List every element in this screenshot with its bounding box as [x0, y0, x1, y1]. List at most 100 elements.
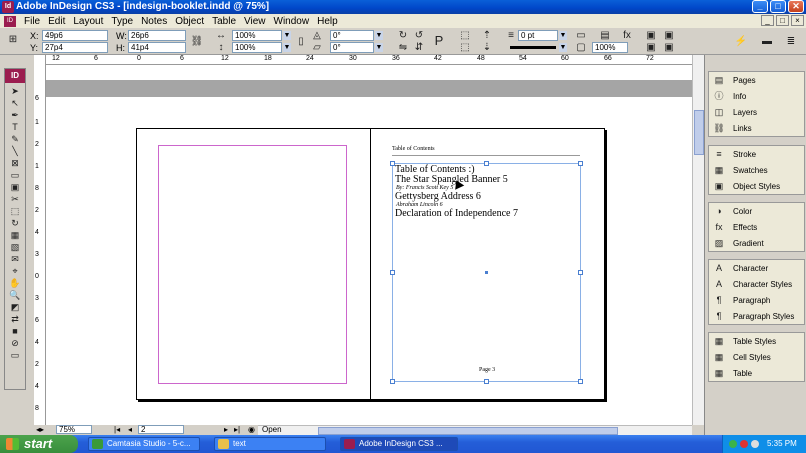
minimize-button[interactable]: _: [752, 0, 768, 13]
preflight-icon[interactable]: ◉: [248, 425, 255, 435]
rectangle-frame-tool-icon[interactable]: ⊠: [5, 157, 25, 169]
pasteboard[interactable]: Table of Contents Table of Contents :) T…: [46, 65, 692, 425]
menu-table[interactable]: Table: [208, 16, 240, 27]
maximize-button[interactable]: □: [770, 0, 786, 13]
last-page-icon[interactable]: ▸|: [234, 425, 240, 435]
vertical-scrollbar[interactable]: [692, 55, 704, 425]
rectangle-tool-icon[interactable]: ▭: [5, 169, 25, 181]
apply-none-icon[interactable]: ⊘: [5, 337, 25, 349]
scale-y-field[interactable]: 100%: [232, 42, 282, 53]
taskbar-item-folder[interactable]: text: [214, 437, 326, 451]
stroke-type-swatch[interactable]: [510, 46, 556, 49]
page-number-field[interactable]: 2: [138, 425, 184, 434]
panel-character-styles[interactable]: A Character Styles: [709, 276, 804, 292]
menu-view[interactable]: View: [240, 16, 270, 27]
center-content-icon[interactable]: ▣: [644, 42, 658, 54]
horizontal-scrollbar[interactable]: Open: [258, 425, 692, 435]
scale-y-dropdown-icon[interactable]: ▼: [283, 43, 291, 52]
taskbar-item-camtasia[interactable]: Camtasia Studio - 5-c...: [88, 437, 200, 451]
apply-color-icon[interactable]: ■: [5, 325, 25, 337]
gradient-feather-tool-icon[interactable]: ▧: [5, 241, 25, 253]
document-spread[interactable]: Table of Contents Table of Contents :) T…: [136, 128, 605, 400]
select-next-icon[interactable]: ⇣: [480, 42, 494, 54]
panel-pages[interactable]: ▤ Pages: [709, 72, 804, 88]
panel-swatches[interactable]: ▦ Swatches: [709, 162, 804, 178]
taskbar-item-indesign[interactable]: Adobe InDesign CS3 ...: [340, 437, 458, 451]
frame-fitting-icon[interactable]: ▣: [644, 30, 658, 42]
shear-dropdown-icon[interactable]: ▼: [375, 43, 383, 52]
menu-notes[interactable]: Notes: [137, 16, 171, 27]
constrain-scale-icon[interactable]: ▯: [294, 36, 308, 48]
note-tool-icon[interactable]: ✉: [5, 253, 25, 265]
panel-cell-styles[interactable]: ▦ Cell Styles: [709, 349, 804, 365]
type-tool-icon[interactable]: T: [5, 121, 25, 133]
stroke-weight-dropdown-icon[interactable]: ▼: [559, 31, 567, 40]
zoom-tool-icon[interactable]: 🔍: [5, 289, 25, 301]
x-field[interactable]: 49p6: [42, 30, 108, 41]
table-of-contents[interactable]: Table of Contents :) The Star Spangled B…: [395, 165, 518, 219]
panel-gradient[interactable]: ▨ Gradient: [709, 235, 804, 251]
frame-handle[interactable]: [578, 161, 583, 166]
select-content-icon[interactable]: ⬚: [458, 42, 472, 54]
menu-window[interactable]: Window: [270, 16, 314, 27]
security-icon[interactable]: [740, 440, 748, 448]
pen-tool-icon[interactable]: ✒: [5, 109, 25, 121]
frame-handle[interactable]: [390, 379, 395, 384]
menu-object[interactable]: Object: [171, 16, 208, 27]
selection-tool-icon[interactable]: ➤: [5, 85, 25, 97]
h-field[interactable]: 41p4: [128, 42, 186, 53]
page-header[interactable]: Table of Contents: [392, 146, 580, 156]
pencil-tool-icon[interactable]: ✎: [5, 133, 25, 145]
select-container-icon[interactable]: ⬚: [458, 30, 472, 42]
fit-proportionally-icon[interactable]: ▣: [662, 42, 676, 54]
reference-point-icon[interactable]: ⊞: [6, 34, 20, 46]
eyedropper-tool-icon[interactable]: ⌖: [5, 265, 25, 277]
zoom-arrows-icon[interactable]: ◂▸: [36, 425, 44, 435]
stroke-type-dropdown-icon[interactable]: ▼: [559, 43, 567, 52]
menu-edit[interactable]: Edit: [44, 16, 69, 27]
menu-type[interactable]: Type: [107, 16, 137, 27]
doc-close-button[interactable]: ×: [791, 15, 804, 26]
select-previous-icon[interactable]: ⇡: [480, 30, 494, 42]
vertical-scroll-thumb[interactable]: [694, 110, 704, 155]
start-button[interactable]: start: [0, 435, 78, 453]
rotate-tool-icon[interactable]: ↻: [5, 217, 25, 229]
menu-help[interactable]: Help: [313, 16, 342, 27]
flip-vertical-icon[interactable]: ⇵: [412, 42, 426, 54]
opacity-field[interactable]: 100%: [592, 42, 628, 53]
frame-handle[interactable]: [578, 379, 583, 384]
menu-file[interactable]: File: [20, 16, 44, 27]
doc-minimize-button[interactable]: _: [761, 15, 774, 26]
panel-paragraph[interactable]: ¶ Paragraph: [709, 292, 804, 308]
doc-restore-button[interactable]: □: [776, 15, 789, 26]
effects-fx-icon[interactable]: fx: [620, 30, 634, 42]
rotate-cw-icon[interactable]: ↻: [396, 30, 410, 42]
line-tool-icon[interactable]: ╲: [5, 145, 25, 157]
constrain-proportions-icon[interactable]: ⛓: [190, 36, 204, 48]
y-field[interactable]: 27p4: [42, 42, 108, 53]
menu-layout[interactable]: Layout: [69, 16, 107, 27]
volume-icon[interactable]: [751, 440, 759, 448]
hand-tool-icon[interactable]: ✋: [5, 277, 25, 289]
rotate-ccw-icon[interactable]: ↺: [412, 30, 426, 42]
control-menu-icon[interactable]: ≣: [784, 36, 798, 48]
panel-stroke[interactable]: ≡ Stroke: [709, 146, 804, 162]
shear-field[interactable]: 0°: [330, 42, 374, 53]
prev-page-icon[interactable]: ◂: [128, 425, 132, 435]
bridge-icon[interactable]: ⚡: [734, 36, 748, 48]
workspace-icon[interactable]: ▬: [760, 36, 774, 48]
scissors-tool-icon[interactable]: ✂: [5, 193, 25, 205]
panel-object-styles[interactable]: ▣ Object Styles: [709, 178, 804, 194]
next-page-icon[interactable]: ▸: [224, 425, 228, 435]
swap-fill-stroke-icon[interactable]: ⇄: [5, 313, 25, 325]
frame-handle[interactable]: [484, 379, 489, 384]
gradient-tool-icon[interactable]: ▦: [5, 229, 25, 241]
fill-stroke-swatch-icon[interactable]: ◩: [5, 301, 25, 313]
drop-shadow-icon[interactable]: ▤: [598, 30, 612, 42]
panel-table[interactable]: ▦ Table: [709, 365, 804, 381]
horizontal-scroll-thumb[interactable]: [318, 427, 618, 435]
panel-table-styles[interactable]: ▦ Table Styles: [709, 333, 804, 349]
panel-color[interactable]: ◑ Color: [709, 203, 804, 219]
frame-handle[interactable]: [578, 270, 583, 275]
rotate-dropdown-icon[interactable]: ▼: [375, 31, 383, 40]
